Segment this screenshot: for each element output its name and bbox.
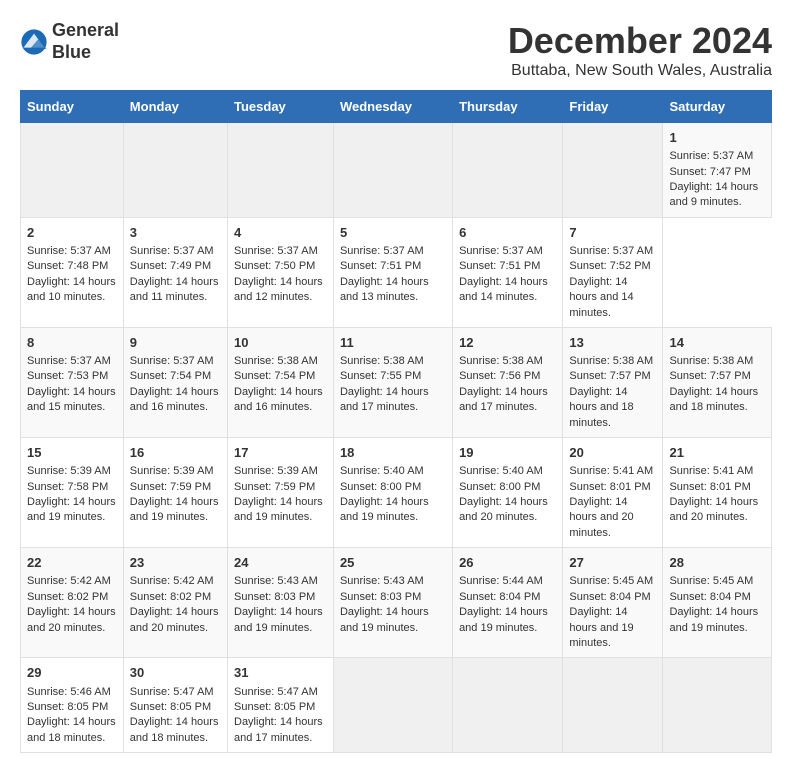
day-cell-28: 28Sunrise: 5:45 AMSunset: 8:04 PMDayligh… <box>663 548 772 658</box>
day-cell-30: 30Sunrise: 5:47 AMSunset: 8:05 PMDayligh… <box>123 658 227 753</box>
empty-cell <box>563 658 663 753</box>
day-cell-15: 15Sunrise: 5:39 AMSunset: 7:58 PMDayligh… <box>21 438 124 548</box>
week-row-0: 1Sunrise: 5:37 AMSunset: 7:47 PMDaylight… <box>21 123 772 218</box>
week-row-1: 2Sunrise: 5:37 AMSunset: 7:48 PMDaylight… <box>21 217 772 327</box>
header-cell-tuesday: Tuesday <box>228 91 334 123</box>
day-cell-29: 29Sunrise: 5:46 AMSunset: 8:05 PMDayligh… <box>21 658 124 753</box>
day-cell-26: 26Sunrise: 5:44 AMSunset: 8:04 PMDayligh… <box>453 548 563 658</box>
title-section: December 2024 Buttaba, New South Wales, … <box>508 20 772 80</box>
day-cell-11: 11Sunrise: 5:38 AMSunset: 7:55 PMDayligh… <box>333 327 452 437</box>
day-cell-20: 20Sunrise: 5:41 AMSunset: 8:01 PMDayligh… <box>563 438 663 548</box>
empty-cell <box>333 658 452 753</box>
day-cell-1: 1Sunrise: 5:37 AMSunset: 7:47 PMDaylight… <box>663 123 772 218</box>
main-title: December 2024 <box>508 20 772 62</box>
day-cell-3: 3Sunrise: 5:37 AMSunset: 7:49 PMDaylight… <box>123 217 227 327</box>
day-cell-6: 6Sunrise: 5:37 AMSunset: 7:51 PMDaylight… <box>453 217 563 327</box>
header-cell-friday: Friday <box>563 91 663 123</box>
logo-text: General Blue <box>52 20 119 63</box>
day-cell-4: 4Sunrise: 5:37 AMSunset: 7:50 PMDaylight… <box>228 217 334 327</box>
day-cell-8: 8Sunrise: 5:37 AMSunset: 7:53 PMDaylight… <box>21 327 124 437</box>
day-cell-21: 21Sunrise: 5:41 AMSunset: 8:01 PMDayligh… <box>663 438 772 548</box>
header-cell-sunday: Sunday <box>21 91 124 123</box>
empty-cell <box>663 658 772 753</box>
empty-cell <box>21 123 124 218</box>
empty-cell <box>228 123 334 218</box>
header-row: SundayMondayTuesdayWednesdayThursdayFrid… <box>21 91 772 123</box>
day-cell-7: 7Sunrise: 5:37 AMSunset: 7:52 PMDaylight… <box>563 217 663 327</box>
header: General Blue December 2024 Buttaba, New … <box>20 20 772 80</box>
day-cell-25: 25Sunrise: 5:43 AMSunset: 8:03 PMDayligh… <box>333 548 452 658</box>
logo-line1: General <box>52 20 119 42</box>
header-cell-thursday: Thursday <box>453 91 563 123</box>
subtitle: Buttaba, New South Wales, Australia <box>508 62 772 80</box>
day-cell-23: 23Sunrise: 5:42 AMSunset: 8:02 PMDayligh… <box>123 548 227 658</box>
day-cell-9: 9Sunrise: 5:37 AMSunset: 7:54 PMDaylight… <box>123 327 227 437</box>
header-cell-wednesday: Wednesday <box>333 91 452 123</box>
day-cell-24: 24Sunrise: 5:43 AMSunset: 8:03 PMDayligh… <box>228 548 334 658</box>
day-cell-13: 13Sunrise: 5:38 AMSunset: 7:57 PMDayligh… <box>563 327 663 437</box>
day-cell-12: 12Sunrise: 5:38 AMSunset: 7:56 PMDayligh… <box>453 327 563 437</box>
week-row-5: 29Sunrise: 5:46 AMSunset: 8:05 PMDayligh… <box>21 658 772 753</box>
empty-cell <box>123 123 227 218</box>
logo-icon <box>20 28 48 56</box>
header-cell-monday: Monday <box>123 91 227 123</box>
header-cell-saturday: Saturday <box>663 91 772 123</box>
logo: General Blue <box>20 20 119 63</box>
empty-cell <box>453 123 563 218</box>
day-cell-14: 14Sunrise: 5:38 AMSunset: 7:57 PMDayligh… <box>663 327 772 437</box>
day-cell-16: 16Sunrise: 5:39 AMSunset: 7:59 PMDayligh… <box>123 438 227 548</box>
week-row-4: 22Sunrise: 5:42 AMSunset: 8:02 PMDayligh… <box>21 548 772 658</box>
day-cell-18: 18Sunrise: 5:40 AMSunset: 8:00 PMDayligh… <box>333 438 452 548</box>
day-cell-27: 27Sunrise: 5:45 AMSunset: 8:04 PMDayligh… <box>563 548 663 658</box>
empty-cell <box>333 123 452 218</box>
week-row-2: 8Sunrise: 5:37 AMSunset: 7:53 PMDaylight… <box>21 327 772 437</box>
day-cell-5: 5Sunrise: 5:37 AMSunset: 7:51 PMDaylight… <box>333 217 452 327</box>
week-row-3: 15Sunrise: 5:39 AMSunset: 7:58 PMDayligh… <box>21 438 772 548</box>
logo-line2: Blue <box>52 42 119 64</box>
day-cell-10: 10Sunrise: 5:38 AMSunset: 7:54 PMDayligh… <box>228 327 334 437</box>
day-cell-17: 17Sunrise: 5:39 AMSunset: 7:59 PMDayligh… <box>228 438 334 548</box>
empty-cell <box>563 123 663 218</box>
calendar-table: SundayMondayTuesdayWednesdayThursdayFrid… <box>20 90 772 753</box>
empty-cell <box>453 658 563 753</box>
day-cell-19: 19Sunrise: 5:40 AMSunset: 8:00 PMDayligh… <box>453 438 563 548</box>
day-cell-22: 22Sunrise: 5:42 AMSunset: 8:02 PMDayligh… <box>21 548 124 658</box>
day-cell-2: 2Sunrise: 5:37 AMSunset: 7:48 PMDaylight… <box>21 217 124 327</box>
day-cell-31: 31Sunrise: 5:47 AMSunset: 8:05 PMDayligh… <box>228 658 334 753</box>
